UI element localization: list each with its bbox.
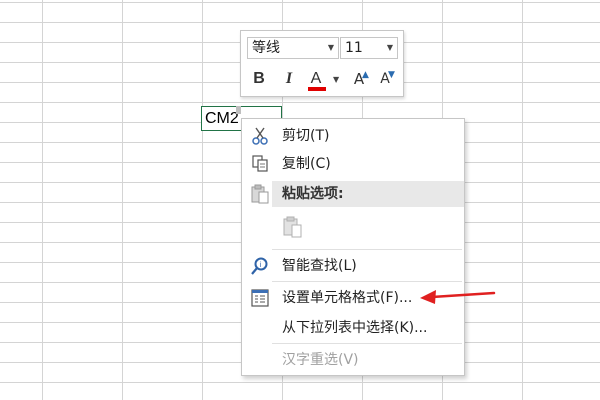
annotation-arrow-icon bbox=[420, 290, 496, 304]
